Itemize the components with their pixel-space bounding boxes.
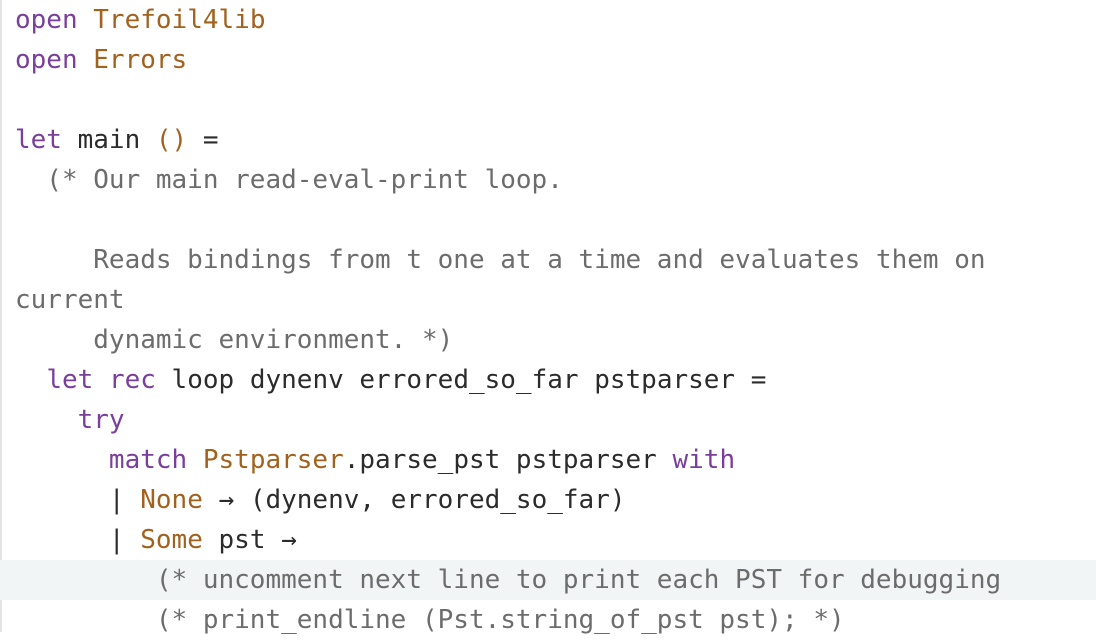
code-token: with xyxy=(672,445,736,475)
code-line[interactable]: (* print_endline (Pst.string_of_pst pst)… xyxy=(15,600,1096,640)
code-token: (* print_endline (Pst.string_of_pst pst)… xyxy=(15,605,845,635)
editor-gutter-border xyxy=(0,0,2,632)
code-token: () xyxy=(155,125,188,155)
code-line[interactable]: open Errors xyxy=(15,40,1096,80)
code-token: .parse_pst pstparser xyxy=(343,445,673,475)
code-token: open xyxy=(15,45,78,75)
code-token: Some xyxy=(140,525,203,555)
code-line[interactable]: current xyxy=(15,280,1096,320)
code-token: Errors xyxy=(93,45,188,75)
code-line[interactable] xyxy=(15,200,1096,240)
code-token: pst → xyxy=(202,525,297,555)
code-line[interactable]: (* uncomment next line to print each PST… xyxy=(0,560,1096,600)
code-token: | xyxy=(15,485,141,515)
code-editor[interactable]: open Trefoil4lib open Errors let main () … xyxy=(0,0,1096,640)
code-line[interactable]: let rec loop dynenv errored_so_far pstpa… xyxy=(15,360,1096,400)
code-token: try xyxy=(77,405,125,435)
code-token: = xyxy=(187,125,219,155)
code-token: | xyxy=(15,525,141,555)
code-token: Reads bindings from t one at a time and … xyxy=(15,245,986,275)
code-token: loop dynenv errored_so_far pstparser = xyxy=(155,365,767,395)
code-token: rec xyxy=(108,365,156,395)
code-token: main xyxy=(61,125,156,155)
code-line[interactable]: open Trefoil4lib xyxy=(15,0,1096,40)
code-token: None xyxy=(140,485,203,515)
code-token: dynamic environment. *) xyxy=(15,325,454,355)
code-token: → (dynenv, errored_so_far) xyxy=(202,485,626,515)
code-line[interactable]: dynamic environment. *) xyxy=(15,320,1096,360)
code-token: match xyxy=(108,445,188,475)
code-token: (* uncomment next line to print each PST… xyxy=(15,565,1002,595)
code-token: let xyxy=(15,125,62,155)
code-token: open xyxy=(15,5,78,35)
code-line[interactable]: let main () = xyxy=(15,120,1096,160)
code-token: (* Our main read-eval-print loop. xyxy=(15,165,563,195)
code-line[interactable]: | None → (dynenv, errored_so_far) xyxy=(15,480,1096,520)
code-token: Trefoil4lib xyxy=(93,5,266,35)
code-token: current xyxy=(15,285,125,315)
code-line[interactable] xyxy=(15,80,1096,120)
code-line[interactable]: match Pstparser.parse_pst pstparser with xyxy=(15,440,1096,480)
code-line[interactable]: (* Our main read-eval-print loop. xyxy=(15,160,1096,200)
code-line[interactable]: Reads bindings from t one at a time and … xyxy=(15,240,1096,280)
code-token: Pstparser xyxy=(202,445,344,475)
code-token: let xyxy=(46,365,94,395)
code-line[interactable]: | Some pst → xyxy=(15,520,1096,560)
code-line[interactable]: try xyxy=(15,400,1096,440)
